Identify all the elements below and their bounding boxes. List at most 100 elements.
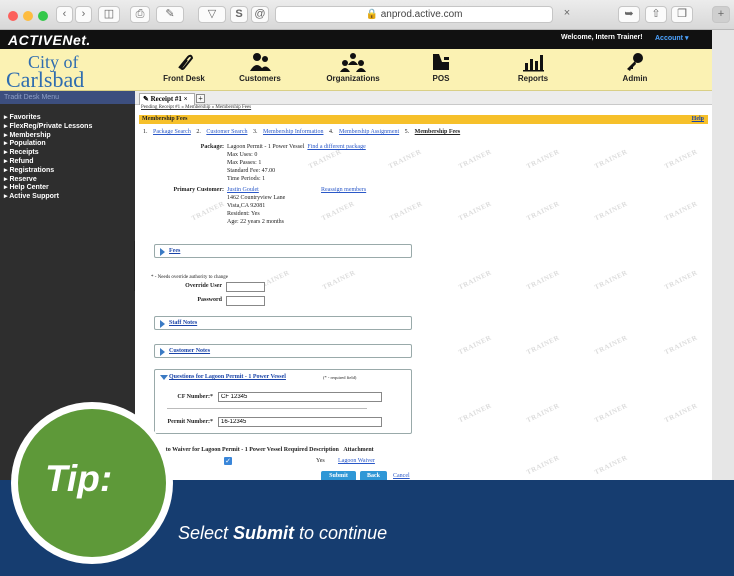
cf-number-input[interactable] — [218, 392, 382, 402]
sidebar-item-label: Active Support — [9, 193, 59, 201]
step-1[interactable]: 1. Package Search — [143, 129, 191, 135]
help-link[interactable]: Help — [692, 115, 704, 124]
main-nav: City of Carlsbad Front Desk Customers Or… — [0, 49, 712, 91]
collapse-arrow-icon[interactable] — [160, 375, 168, 380]
sidebar-item-help-center[interactable]: ▸ Help Center — [0, 184, 135, 193]
shield-icon[interactable]: ▽ — [198, 6, 226, 23]
back-nav-icon[interactable]: ‹ — [56, 6, 73, 23]
sidebar-toggle-icon[interactable]: ◫ — [98, 6, 120, 23]
watermark: TRAINER — [593, 333, 629, 357]
sidebar-item-membership[interactable]: ▸ Membership — [0, 132, 135, 141]
breadcrumb[interactable]: Pending Receipt #1 » Membership » Member… — [141, 105, 251, 110]
nav-admin[interactable]: Admin — [585, 52, 685, 83]
step-link-package-search[interactable]: Package Search — [153, 129, 191, 135]
tip-text-before: Select — [178, 523, 234, 543]
reassign-members-link[interactable]: Reassign members — [321, 186, 366, 194]
step-number: 4. — [328, 129, 334, 135]
watermark: TRAINER — [525, 268, 561, 292]
admin-key-icon — [627, 53, 643, 71]
download-icon[interactable]: ➥ — [618, 6, 640, 23]
package-detail: Standard Fee: 47.00 — [227, 168, 276, 174]
package-detail: Max Passes: 1 — [227, 160, 262, 166]
package-label: Package: — [200, 144, 224, 150]
find-different-package-link[interactable]: Find a different package — [307, 144, 365, 150]
sidebar-item-label: Favorites — [9, 114, 41, 121]
sidebar-item-active-support[interactable]: ▸ Active Support — [0, 193, 135, 202]
main-content: TRAINER TRAINER TRAINER TRAINER TRAINER … — [135, 91, 712, 491]
waiver-required-header: Required — [283, 447, 308, 453]
fees-panel-title[interactable]: Fees — [169, 248, 180, 254]
staff-notes-panel[interactable]: Staff Notes — [154, 316, 412, 330]
tab-receipt-1[interactable]: ✎ Receipt #1 × — [139, 93, 195, 105]
edit-icon[interactable]: ✎ — [156, 6, 184, 23]
address-bar[interactable]: 🔒 anprod.active.com — [275, 6, 553, 23]
questions-panel: Questions for Lagoon Permit - 1 Power Ve… — [154, 369, 412, 434]
permit-number-input[interactable] — [218, 417, 382, 427]
nav-organizations[interactable]: Organizations — [303, 52, 403, 83]
waiver-agree-checkbox[interactable]: ✓ — [224, 457, 232, 465]
print-icon[interactable]: ⎙ — [130, 6, 150, 23]
package-detail: Time Periods: 1 — [227, 176, 266, 182]
override-password-input[interactable] — [226, 296, 265, 306]
minimize-window-icon[interactable] — [23, 11, 33, 21]
new-receipt-tab-button[interactable]: + — [196, 94, 205, 103]
extension-s-icon[interactable]: S — [230, 6, 248, 23]
step-2[interactable]: 2. Customer Search — [196, 129, 247, 135]
step-3[interactable]: 3. Membership Information — [253, 129, 324, 135]
watermark: TRAINER — [320, 199, 356, 223]
tabs-icon[interactable]: ❐ — [671, 6, 693, 23]
sidebar-item-label: Population — [9, 140, 46, 148]
sidebar-item-flexreg[interactable]: ▸ FlexReg/Private Lessons — [0, 123, 135, 132]
expand-arrow-icon — [160, 320, 165, 328]
share-icon[interactable]: ⇧ — [645, 6, 667, 23]
zoom-window-icon[interactable] — [38, 11, 48, 21]
sidebar-item-reserve[interactable]: ▸ Reserve — [0, 176, 135, 185]
close-tab-icon[interactable]: × — [560, 6, 574, 23]
watermark: TRAINER — [525, 453, 561, 477]
override-user-input[interactable] — [226, 282, 265, 292]
customer-detail: Vista,CA 92081 — [227, 203, 266, 209]
account-menu[interactable]: Account ▾ — [655, 34, 688, 42]
sidebar-item-label: Receipts — [9, 149, 39, 157]
nav-reports[interactable]: Reports — [483, 52, 583, 83]
nav-label: Reports — [517, 74, 549, 83]
close-window-icon[interactable] — [8, 11, 18, 21]
question-divider — [167, 408, 367, 409]
customer-name-link[interactable]: Justin Goulet — [227, 187, 259, 193]
step-4[interactable]: 4. Membership Assignment — [329, 129, 399, 135]
step-link-membership-assignment[interactable]: Membership Assignment — [339, 129, 399, 135]
page-title-bar: Membership Fees Help — [139, 115, 708, 124]
new-tab-icon[interactable]: + — [712, 6, 730, 23]
watermark: TRAINER — [663, 268, 699, 292]
forward-nav-icon[interactable]: › — [75, 6, 92, 23]
nav-customers[interactable]: Customers — [210, 52, 310, 83]
sidebar-item-refund[interactable]: ▸ Refund — [0, 158, 135, 167]
lagoon-waiver-link[interactable]: Lagoon Waiver — [338, 457, 375, 465]
nav-pos[interactable]: POS — [391, 52, 491, 83]
expand-arrow-icon — [160, 248, 165, 256]
sidebar-item-favorites[interactable]: ▸ Favorites — [0, 114, 135, 123]
watermark: TRAINER — [457, 333, 493, 357]
customer-notes-title[interactable]: Customer Notes — [169, 348, 210, 354]
customer-detail: 1462 Countryview Lane — [227, 195, 286, 201]
step-number: 5. — [404, 129, 410, 135]
page-title: Membership Fees — [142, 116, 188, 122]
pos-register-icon — [433, 54, 449, 70]
staff-notes-title[interactable]: Staff Notes — [169, 320, 197, 326]
customer-notes-panel[interactable]: Customer Notes — [154, 344, 412, 358]
fees-panel[interactable]: Fees — [154, 244, 412, 258]
step-link-customer-search[interactable]: Customer Search — [206, 129, 247, 135]
step-link-membership-information[interactable]: Membership Information — [263, 129, 324, 135]
questions-title[interactable]: Questions for Lagoon Permit - 1 Power Ve… — [169, 374, 286, 380]
sidebar-item-receipts[interactable]: ▸ Receipts — [0, 149, 135, 158]
extension-at-icon[interactable]: @ — [251, 6, 269, 23]
sidebar-item-registrations[interactable]: ▸ Registrations — [0, 167, 135, 176]
cancel-link[interactable]: Cancel — [393, 472, 410, 480]
sidebar-item-population[interactable]: ▸ Population — [0, 140, 135, 149]
sidebar-item-label: Refund — [9, 157, 34, 165]
sidebar-item-label: Registrations — [9, 166, 55, 174]
step-current-membership-fees: Membership Fees — [414, 129, 461, 135]
expand-arrow-icon — [160, 348, 165, 356]
override-note: * - Needs override authority to change — [151, 275, 228, 280]
sidebar-item-label: Reserve — [9, 175, 37, 183]
